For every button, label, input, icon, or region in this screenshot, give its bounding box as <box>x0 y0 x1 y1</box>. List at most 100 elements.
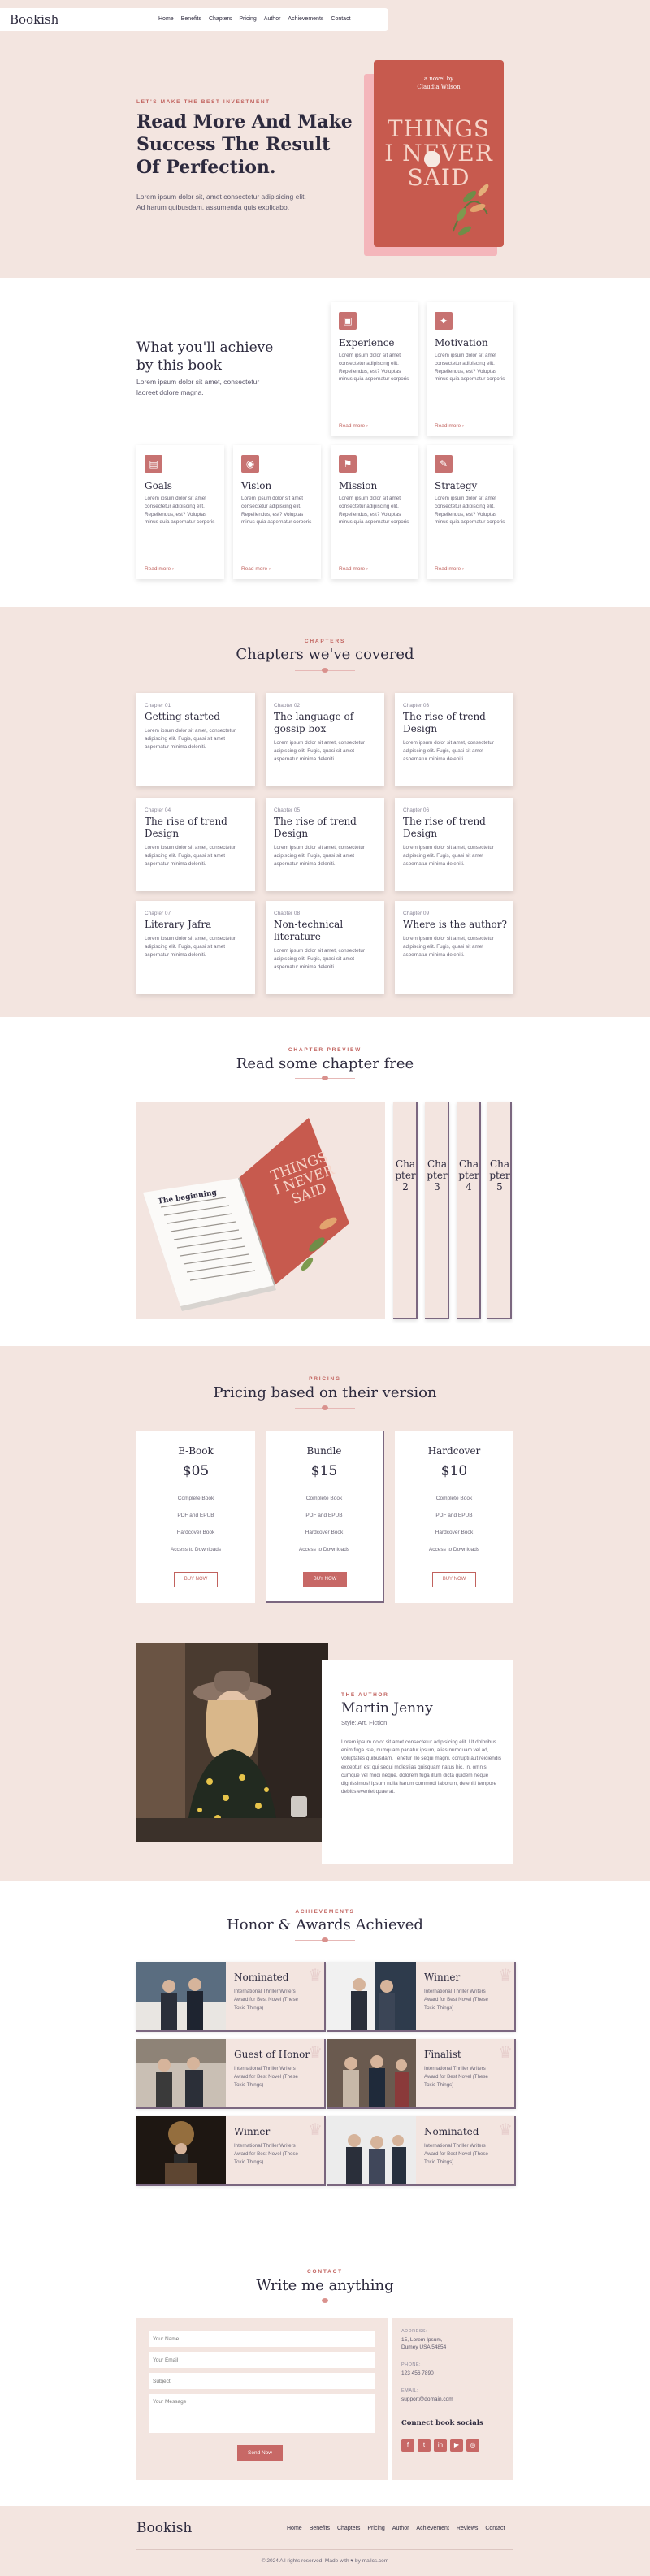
chapter-tab-label: Chapter 3 <box>427 1158 448 1193</box>
card-title: Motivation <box>435 337 488 349</box>
logo[interactable]: Bookish <box>10 12 58 27</box>
footer-nav-chapters[interactable]: Chapters <box>337 2526 360 2531</box>
chapter-title: Literary Jafra <box>145 919 212 930</box>
plan-feature: PDF and EPUB <box>177 1513 214 1518</box>
read-more-link[interactable]: Read more › <box>145 566 174 572</box>
nav-home[interactable]: Home <box>158 16 174 22</box>
card-text: Lorem ipsum dolor sit amet consectetur a… <box>435 353 505 383</box>
chapter-preview-panel: The beginning THINGS I NEVER SAID <box>136 1102 385 1319</box>
award-photo <box>327 2039 416 2107</box>
author-portrait-illustration <box>136 1643 328 1842</box>
award-photo <box>136 1962 226 2030</box>
nav-author[interactable]: Author <box>264 16 281 22</box>
nav-contact[interactable]: Contact <box>331 16 350 22</box>
site-footer: Bookish Home Benefits Chapters Pricing A… <box>0 2506 650 2574</box>
chapter-tab[interactable]: Chapter 3 <box>425 1102 449 1319</box>
footer-nav-pricing[interactable]: Pricing <box>367 2526 384 2531</box>
chapter-card[interactable]: Chapter 06 The rise of trend Design Lore… <box>395 798 514 891</box>
award-text: International Thriller Writers Award for… <box>424 2143 488 2165</box>
chapter-text: Lorem ipsum dolor sit amet, consectetur … <box>403 845 494 867</box>
vision-icon: ◉ <box>241 455 259 473</box>
leaf-illustration <box>424 151 489 236</box>
divider <box>295 668 355 673</box>
contact-title: Write me anything <box>256 2277 394 2294</box>
plan-feature: Access to Downloads <box>298 1547 350 1552</box>
send-button[interactable]: Send Now <box>237 2445 283 2461</box>
pricing-card: Hardcover $10 Complete Book PDF and EPUB… <box>395 1431 514 1603</box>
footer-nav-reviews[interactable]: Reviews <box>457 2526 478 2531</box>
trophy-icon: ♛ <box>308 2044 323 2062</box>
trophy-icon: ♛ <box>308 1967 323 1985</box>
buy-now-button[interactable]: BUY NOW <box>174 1572 218 1587</box>
footer-nav-home[interactable]: Home <box>287 2526 302 2531</box>
plan-price: $10 <box>440 1463 468 1479</box>
trophy-icon: ♛ <box>498 2044 513 2062</box>
footer-logo[interactable]: Bookish <box>136 2520 192 2536</box>
plan-features: Complete Book PDF and EPUB Hardcover Boo… <box>136 1496 255 1564</box>
plan-name: Hardcover <box>427 1445 481 1457</box>
nav-pricing[interactable]: Pricing <box>239 16 256 22</box>
motivation-icon: ✦ <box>435 312 453 330</box>
chapter-number: Chapter 03 <box>403 703 430 708</box>
nav-benefits[interactable]: Benefits <box>181 16 202 22</box>
subject-field[interactable] <box>150 2373 375 2389</box>
pricing-eyebrow: PRICING <box>309 1376 341 1382</box>
chapter-number: Chapter 06 <box>403 807 430 813</box>
plan-feature: Complete Book <box>306 1496 343 1501</box>
chapter-tab[interactable]: Chapter 2 <box>393 1102 418 1319</box>
chapter-tab[interactable]: Chapter 5 <box>488 1102 512 1319</box>
plan-feature: PDF and EPUB <box>306 1513 343 1518</box>
chapters-eyebrow: CHAPTERS <box>304 639 346 644</box>
facebook-icon[interactable]: f <box>401 2439 414 2452</box>
author-eyebrow: THE AUTHOR <box>341 1692 389 1698</box>
divider <box>295 2298 355 2303</box>
chapter-card[interactable]: Chapter 02 The language of gossip box Lo… <box>266 693 384 786</box>
hero-title: Read More And Make Success The Result Of… <box>136 110 372 179</box>
chapter-card[interactable]: Chapter 01 Getting started Lorem ipsum d… <box>136 693 255 786</box>
hero-title-line: Read More And Make <box>136 111 353 132</box>
header-bar: Bookish Home Benefits Chapters Pricing A… <box>0 8 388 31</box>
divider <box>295 1937 355 1942</box>
footer-nav-contact[interactable]: Contact <box>485 2526 505 2531</box>
chapter-tab[interactable]: Chapter 4 <box>457 1102 481 1319</box>
chapter-card[interactable]: Chapter 09 Where is the author? Lorem ip… <box>395 901 514 994</box>
twitter-icon[interactable]: t <box>418 2439 431 2452</box>
buy-now-button[interactable]: BUY NOW <box>432 1572 476 1587</box>
chapter-title: The rise of trend Design <box>274 816 357 839</box>
read-more-link[interactable]: Read more › <box>339 566 368 572</box>
message-field[interactable] <box>150 2394 375 2433</box>
name-field[interactable] <box>150 2331 375 2347</box>
plan-feature: Hardcover Book <box>435 1530 474 1535</box>
chapter-card[interactable]: Chapter 04 The rise of trend Design Lore… <box>136 798 255 891</box>
buy-now-button[interactable]: BUY NOW <box>303 1572 347 1587</box>
card-text: Lorem ipsum dolor sit amet consectetur a… <box>435 496 505 526</box>
chapter-card[interactable]: Chapter 05 The rise of trend Design Lore… <box>266 798 384 891</box>
footer-nav-achievement[interactable]: Achievement <box>416 2526 448 2531</box>
chapter-text: Lorem ipsum dolor sit amet, consectetur … <box>403 936 494 958</box>
feature-card: ▣ Experience Lorem ipsum dolor sit amet … <box>331 302 418 436</box>
address-label: ADDRESS: <box>401 2329 428 2334</box>
linkedin-icon[interactable]: in <box>434 2439 447 2452</box>
read-more-link[interactable]: Read more › <box>435 423 464 429</box>
chapter-number: Chapter 01 <box>145 703 171 708</box>
youtube-icon[interactable]: ▶ <box>450 2439 463 2452</box>
read-more-link[interactable]: Read more › <box>241 566 271 572</box>
chapter-title: The rise of trend Design <box>403 711 486 734</box>
chapter-card[interactable]: Chapter 08 Non-technical literature Lore… <box>266 901 384 994</box>
chapter-card[interactable]: Chapter 07 Literary Jafra Lorem ipsum do… <box>136 901 255 994</box>
chapter-title: The language of gossip box <box>274 711 354 734</box>
read-more-link[interactable]: Read more › <box>435 566 464 572</box>
author-section: THE AUTHOR Martin Jenny Style: Art, Fict… <box>0 1626 650 1881</box>
plan-feature: Complete Book <box>436 1496 473 1501</box>
instagram-icon[interactable]: ◎ <box>466 2439 479 2452</box>
footer-nav-benefits[interactable]: Benefits <box>310 2526 330 2531</box>
nav-achievements[interactable]: Achievements <box>288 16 323 22</box>
email-field[interactable] <box>150 2352 375 2368</box>
phone-value: 123 456 7890 <box>401 2370 434 2376</box>
award-text: International Thriller Writers Award for… <box>424 1989 488 2011</box>
feature-card: ▤ Goals Lorem ipsum dolor sit amet conse… <box>136 445 224 579</box>
footer-nav-author[interactable]: Author <box>392 2526 410 2531</box>
read-more-link[interactable]: Read more › <box>339 423 368 429</box>
chapter-card[interactable]: Chapter 03 The rise of trend Design Lore… <box>395 693 514 786</box>
nav-chapters[interactable]: Chapters <box>209 16 232 22</box>
